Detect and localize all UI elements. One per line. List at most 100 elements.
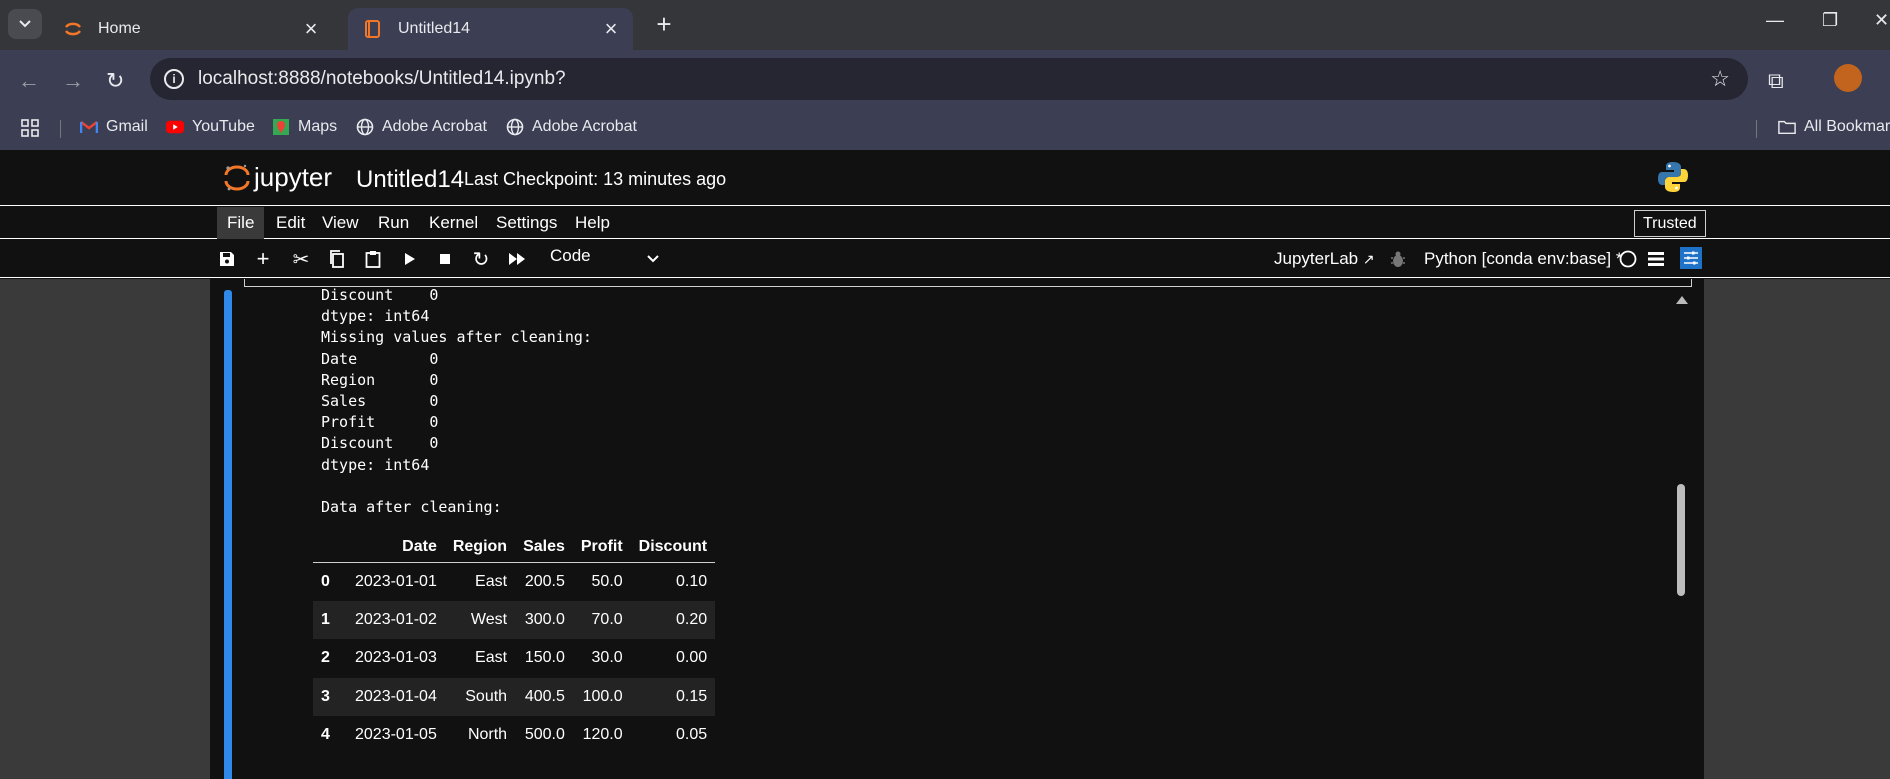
gmail-icon: [80, 118, 98, 136]
bookmark-divider: [1756, 120, 1757, 138]
bookmark-adobe-acrobat-1[interactable]: Adobe Acrobat: [356, 118, 487, 136]
column-header: Sales: [515, 532, 573, 563]
menu-view[interactable]: View: [312, 207, 369, 239]
index-header: [313, 532, 347, 563]
jupyterlab-label: JupyterLab: [1274, 249, 1359, 268]
paste-icon[interactable]: [361, 247, 385, 271]
url-bar[interactable]: i localhost:8888/notebooks/Untitled14.ip…: [150, 58, 1748, 100]
all-bookmarks-label: All Bookmarks: [1804, 118, 1890, 135]
bookmark-youtube[interactable]: YouTube: [166, 118, 255, 136]
debugger-icon[interactable]: [1386, 247, 1410, 271]
table-cell: 100.0: [582, 687, 623, 705]
table-cell: 50.0: [591, 572, 623, 590]
folder-icon: [1778, 118, 1796, 136]
avatar[interactable]: [1834, 64, 1862, 92]
add-cell-icon[interactable]: +: [251, 246, 275, 271]
table-cell: South: [465, 687, 508, 705]
close-tab-icon[interactable]: ×: [297, 16, 325, 42]
table-cell: 120.0: [582, 726, 623, 744]
notebook-title[interactable]: Untitled14: [356, 166, 464, 194]
menu-help[interactable]: Help: [565, 207, 620, 239]
table-header-row: Date Region Sales Profit Discount: [313, 532, 716, 563]
table-cell: 0.20: [675, 610, 708, 628]
copy-icon[interactable]: [325, 247, 349, 271]
all-bookmarks[interactable]: All Bookmarks: [1778, 118, 1890, 136]
table-cell: 500.0: [524, 726, 565, 744]
menu-edit[interactable]: Edit: [266, 207, 315, 239]
list-icon[interactable]: [1644, 247, 1668, 271]
tab-search-button[interactable]: [8, 9, 42, 39]
bookmark-adobe-acrobat-2[interactable]: Adobe Acrobat: [506, 118, 637, 136]
youtube-icon: [166, 118, 184, 136]
tab-title: Untitled14: [398, 20, 471, 37]
table-cell: 2023-01-01: [355, 572, 437, 590]
bookmark-label: Adobe Acrobat: [382, 118, 487, 135]
bookmark-label: YouTube: [192, 118, 255, 135]
scroll-up-arrow-icon[interactable]: [1676, 296, 1688, 304]
new-tab-button[interactable]: +: [650, 11, 678, 39]
site-info-icon[interactable]: i: [164, 69, 184, 89]
close-window-icon[interactable]: ✕: [1874, 10, 1889, 31]
restart-icon[interactable]: ↻: [469, 247, 493, 271]
jupyter-favicon-icon: [62, 18, 84, 40]
kernel-name[interactable]: Python [conda env:base] *: [1424, 249, 1622, 269]
stop-icon[interactable]: [433, 247, 457, 271]
browser-tab-bar: Home × Untitled14 × + — ❐ ✕: [0, 0, 1890, 50]
table-cell: 0.10: [675, 572, 708, 590]
column-header: Discount: [630, 532, 716, 563]
maps-icon: [272, 118, 290, 136]
row-index: 4: [321, 726, 330, 744]
menu-run[interactable]: Run: [368, 207, 419, 239]
save-icon[interactable]: [215, 247, 239, 271]
table-cell: 150.0: [524, 649, 565, 667]
table-cell: North: [467, 726, 508, 744]
back-icon[interactable]: ←: [18, 68, 40, 94]
menu-file[interactable]: File: [217, 207, 265, 239]
bookmark-maps[interactable]: Maps: [272, 118, 337, 136]
notebook-favicon-icon: [362, 18, 384, 40]
chevron-down-icon: [19, 20, 31, 28]
table-cell: East: [475, 649, 508, 667]
bookmark-label: Gmail: [106, 118, 148, 135]
fast-forward-icon[interactable]: [505, 247, 529, 271]
bookmark-gmail[interactable]: Gmail: [80, 118, 148, 136]
table-cell: 2023-01-02: [355, 610, 437, 628]
table-row: 2 2023-01-03 East 150.0 30.0 0.00: [313, 639, 715, 678]
row-index: 2: [321, 649, 330, 667]
table-cell: 2023-01-05: [355, 726, 437, 744]
table-row: 4 2023-01-05 North 500.0 120.0 0.05: [313, 716, 715, 755]
column-header: Region: [444, 532, 516, 563]
menu-settings[interactable]: Settings: [486, 207, 567, 239]
cell-type-value: Code: [550, 246, 591, 265]
reload-icon[interactable]: ↻: [106, 68, 124, 94]
table-cell: 0.15: [675, 687, 708, 705]
forward-icon[interactable]: →: [62, 68, 84, 94]
menu-kernel[interactable]: Kernel: [419, 207, 488, 239]
open-jupyterlab-link[interactable]: JupyterLab ↗: [1274, 249, 1375, 269]
scrollbar-thumb[interactable]: [1677, 484, 1685, 596]
bookmark-star-icon[interactable]: ☆: [1710, 66, 1730, 92]
tab-home[interactable]: Home ×: [48, 8, 333, 50]
jupyter-logo[interactable]: jupyter: [224, 162, 332, 193]
table-cell: 70.0: [591, 610, 623, 628]
table-cell: 0.00: [675, 649, 708, 667]
external-link-icon: ↗: [1362, 251, 1375, 267]
bookmark-divider: [60, 120, 61, 138]
close-tab-icon[interactable]: ×: [597, 16, 625, 42]
active-cell-indicator[interactable]: [224, 290, 232, 779]
bookmarks-bar: Gmail YouTube Maps Adobe Acrobat Adobe A…: [0, 108, 1890, 150]
url-text: localhost:8888/notebooks/Untitled14.ipyn…: [198, 68, 566, 89]
apps-icon[interactable]: [20, 118, 40, 138]
tab-untitled14[interactable]: Untitled14 ×: [348, 8, 633, 50]
property-inspector-icon[interactable]: [1680, 247, 1702, 269]
trusted-badge[interactable]: Trusted: [1634, 210, 1706, 237]
extensions-icon[interactable]: ⧉: [1768, 68, 1784, 94]
kernel-status-icon: [1616, 247, 1640, 271]
jupyter-logo-icon: [224, 164, 250, 190]
column-header: Date: [347, 532, 445, 563]
cut-icon[interactable]: ✂: [289, 247, 313, 271]
cell-type-select[interactable]: Code: [550, 246, 660, 266]
minimize-icon[interactable]: —: [1766, 10, 1784, 31]
restore-icon[interactable]: ❐: [1822, 10, 1838, 31]
run-icon[interactable]: [397, 247, 421, 271]
